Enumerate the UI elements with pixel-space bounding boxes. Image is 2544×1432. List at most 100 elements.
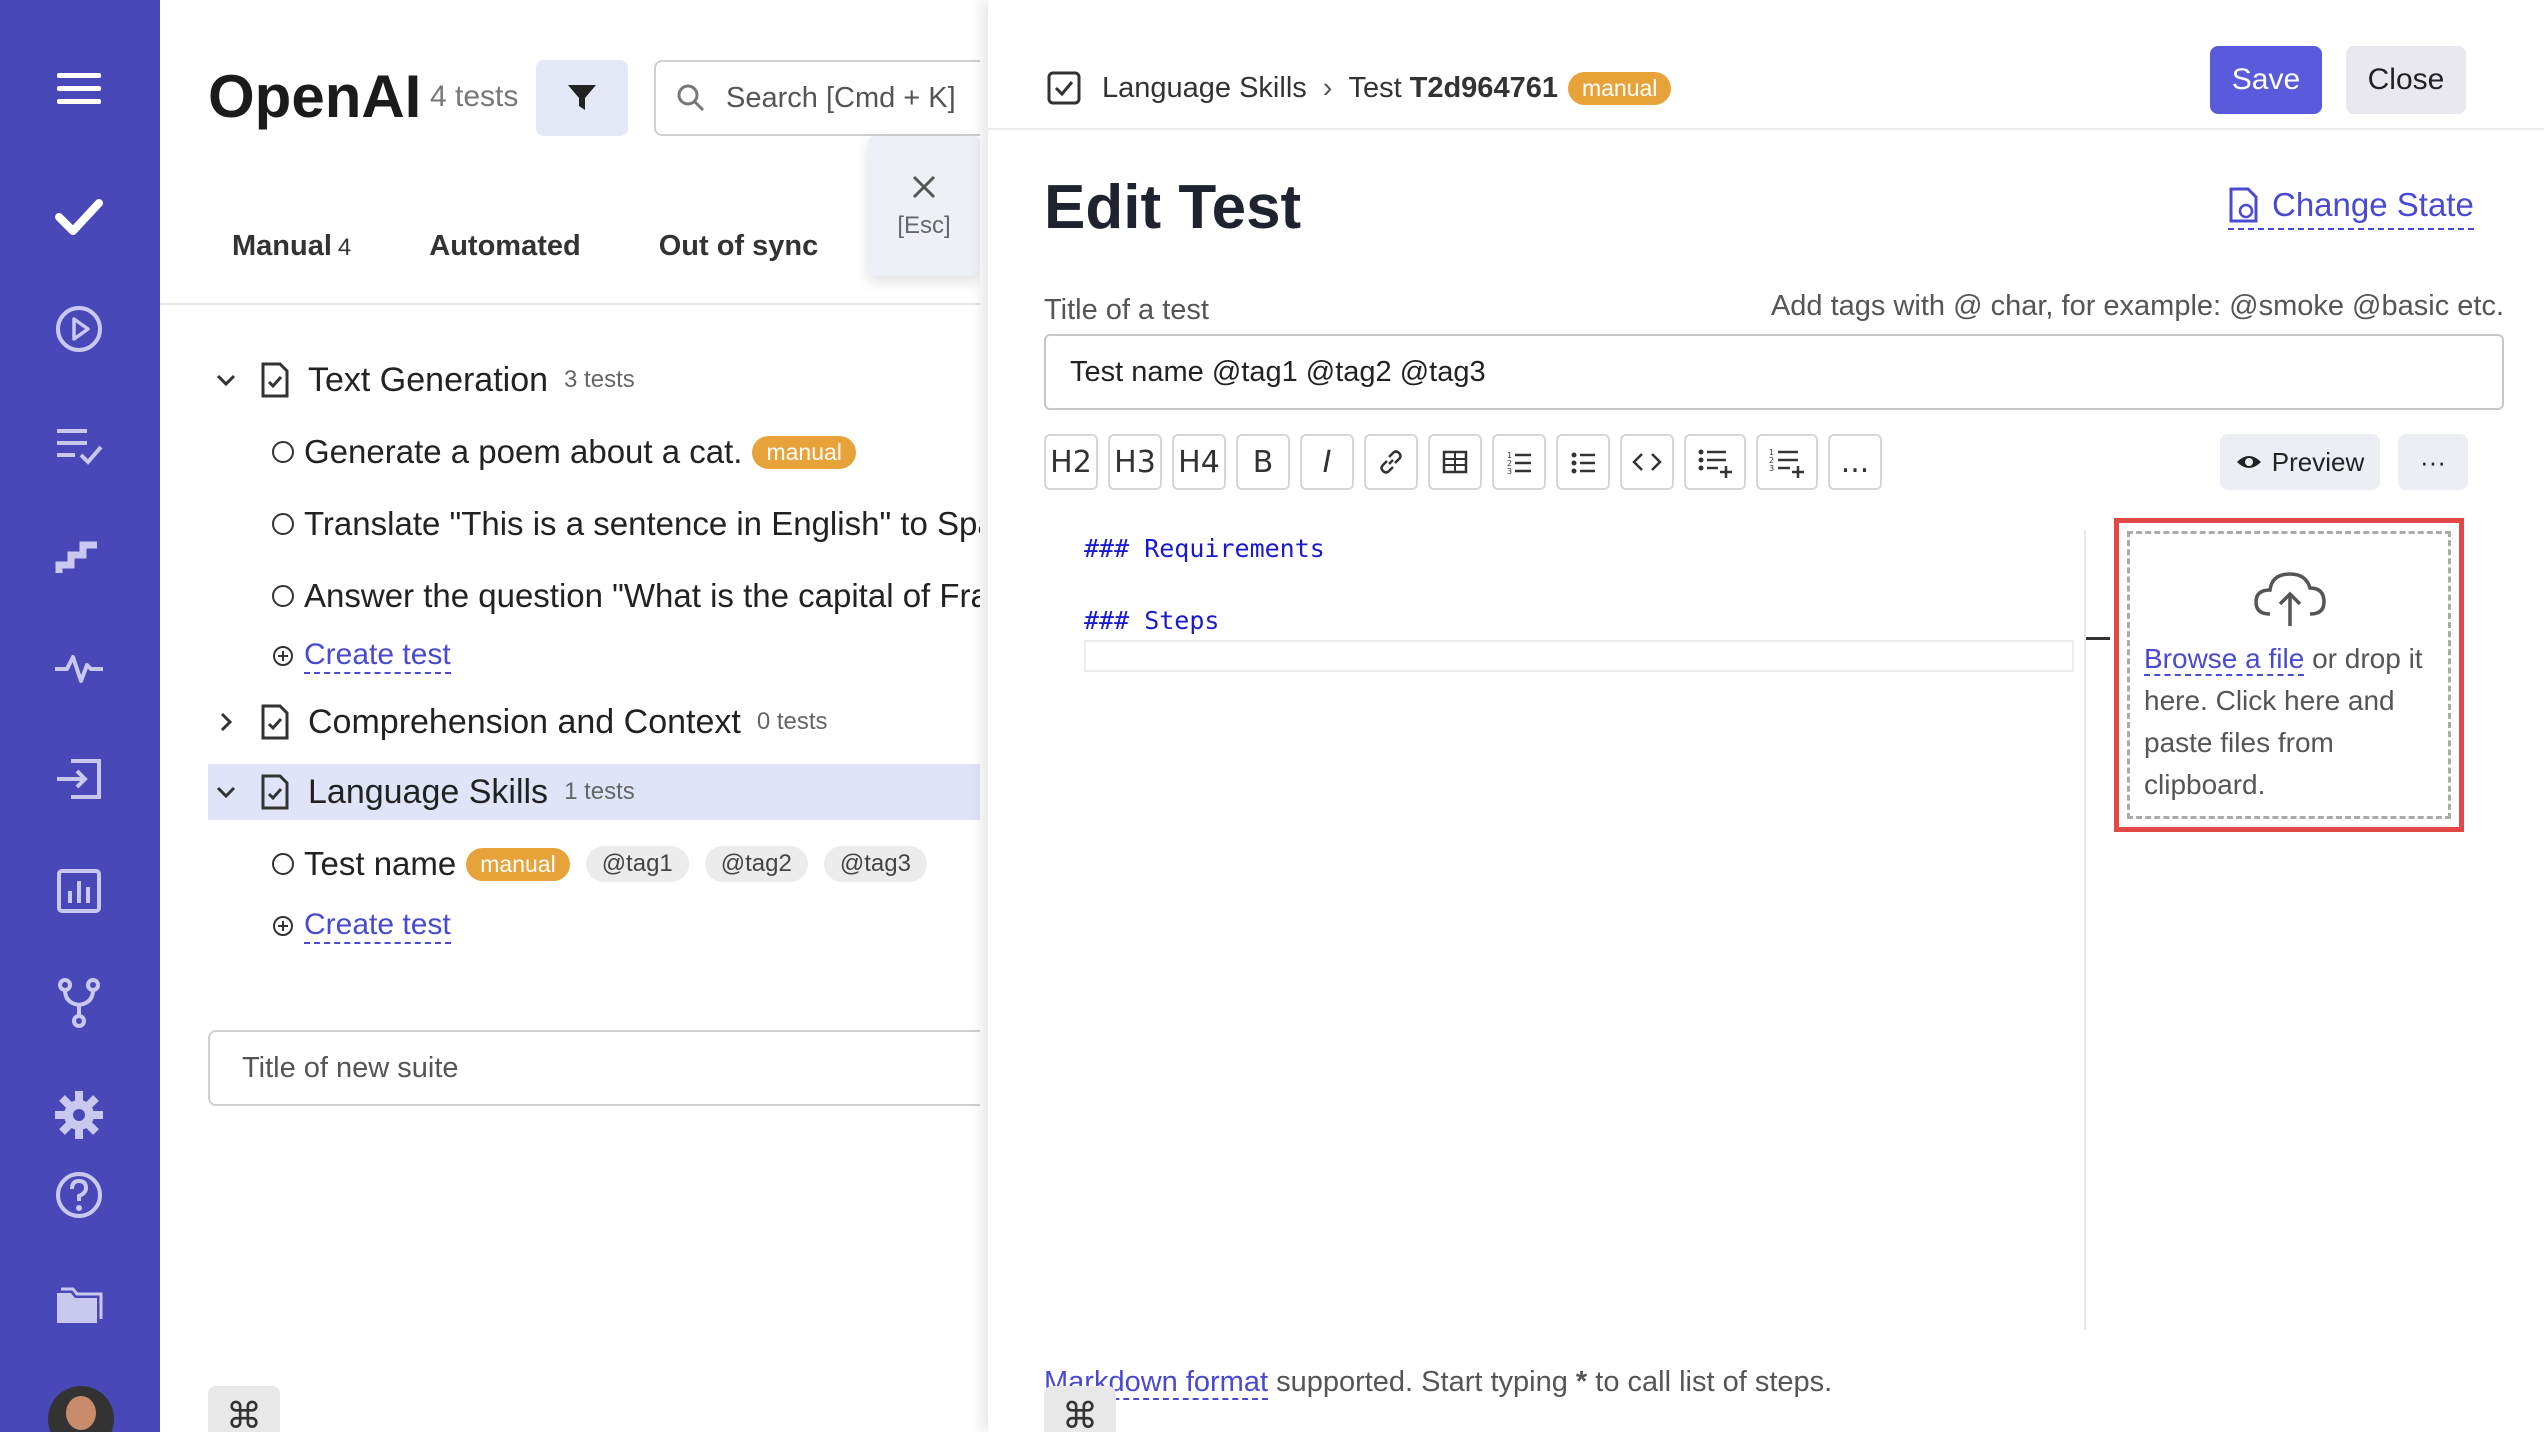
- check-icon[interactable]: [48, 186, 110, 248]
- suite-row-language-skills[interactable]: Language Skills 1 tests: [208, 764, 980, 820]
- bullet-list-button[interactable]: [1556, 434, 1610, 490]
- title-label: Title of a test: [1044, 294, 1209, 326]
- suite-doc-icon: [256, 703, 294, 741]
- suite-count: 0 tests: [756, 708, 828, 735]
- ordered-list-button[interactable]: 123: [1492, 434, 1546, 490]
- eye-icon: [2236, 456, 2261, 468]
- manual-badge: manual: [1567, 71, 1672, 105]
- chevron-right-icon[interactable]: [208, 704, 244, 740]
- pulse-icon[interactable]: [48, 636, 110, 698]
- tab-manual[interactable]: Manual 4: [232, 230, 351, 263]
- suite-count: 1 tests: [564, 778, 635, 805]
- more-options-button[interactable]: ···: [2398, 434, 2468, 490]
- h2-button[interactable]: H2: [1044, 434, 1098, 490]
- breadcrumb-test-prefix: Test: [1348, 71, 1402, 104]
- help-icon[interactable]: [48, 1164, 110, 1226]
- tag-chip[interactable]: @tag1: [585, 846, 689, 882]
- save-button[interactable]: Save: [2210, 46, 2322, 114]
- breadcrumb-test-id: T2d964761: [1409, 71, 1558, 104]
- suite-name: Text Generation: [308, 360, 549, 399]
- test-name: Answer the question "What is the capital…: [304, 577, 980, 614]
- editor-line: ### Steps: [1084, 606, 1220, 635]
- branch-icon[interactable]: [48, 972, 110, 1034]
- test-type-tabs: Manual 4 Automated Out of sync: [232, 230, 818, 263]
- bold-button[interactable]: B: [1236, 434, 1290, 490]
- svg-text:3: 3: [1507, 467, 1512, 476]
- code-icon: [1632, 453, 1662, 471]
- project-test-count: 4 tests: [430, 80, 519, 113]
- chevron-down-icon[interactable]: [208, 362, 244, 398]
- create-test-link[interactable]: Create test: [272, 904, 451, 948]
- play-icon[interactable]: [48, 298, 110, 360]
- editor-divider-tick: [2086, 637, 2110, 640]
- add-step-button[interactable]: [1684, 434, 1746, 490]
- svg-text:3: 3: [1769, 464, 1774, 473]
- preview-button[interactable]: Preview: [2220, 434, 2380, 490]
- close-panel-button[interactable]: [Esc]: [868, 136, 980, 276]
- file-sync-icon: [2229, 187, 2258, 223]
- test-status-icon: [272, 441, 294, 463]
- tab-automated[interactable]: Automated: [429, 230, 580, 263]
- command-palette-button[interactable]: ⌘: [1044, 1386, 1116, 1432]
- test-list-panel: OpenAI 4 tests Search [Cmd + K] [Esc] Ma…: [160, 0, 980, 1432]
- editor-toolbar: H2 H3 H4 B I 123 123 ...: [1044, 434, 1882, 490]
- suite-doc-icon: [256, 361, 294, 399]
- tab-out-of-sync[interactable]: Out of sync: [659, 230, 819, 263]
- change-state-link[interactable]: Change State: [2228, 186, 2474, 230]
- test-row[interactable]: Test name manual @tag1 @tag2 @tag3: [272, 838, 927, 890]
- link-button[interactable]: [1364, 434, 1418, 490]
- test-name: Translate "This is a sentence in English…: [304, 505, 980, 542]
- panel-header: Language Skills › Test T2d964761 manual …: [988, 0, 2544, 130]
- filter-button[interactable]: [536, 60, 628, 136]
- add-ordered-step-button[interactable]: 123: [1756, 434, 1818, 490]
- table-button[interactable]: [1428, 434, 1482, 490]
- h4-button[interactable]: H4: [1172, 434, 1226, 490]
- more-formatting-button[interactable]: ...: [1828, 434, 1882, 490]
- avatar[interactable]: [48, 1386, 114, 1432]
- markdown-editor[interactable]: ### Requirements ### Steps: [1044, 520, 2074, 1330]
- test-status-icon: [272, 853, 294, 875]
- checkbox-icon: [1047, 71, 1081, 105]
- italic-button[interactable]: I: [1300, 434, 1354, 490]
- code-button[interactable]: [1620, 434, 1674, 490]
- cloud-upload-icon: [2254, 572, 2326, 626]
- test-row[interactable]: Generate a poem about a cat. manual: [272, 426, 856, 478]
- editor-active-line[interactable]: [1084, 640, 2074, 672]
- breadcrumb-suite[interactable]: Language Skills: [1102, 72, 1307, 105]
- folder-icon[interactable]: [48, 1276, 110, 1338]
- page-title: Edit Test: [1044, 173, 1302, 242]
- add-step-icon: [1698, 449, 1732, 478]
- h3-button[interactable]: H3: [1108, 434, 1162, 490]
- tabs-divider: [160, 303, 980, 305]
- import-icon[interactable]: [48, 748, 110, 810]
- gear-icon[interactable]: [48, 1084, 110, 1146]
- chart-icon[interactable]: [48, 860, 110, 922]
- close-button[interactable]: Close: [2346, 46, 2466, 114]
- drop-instructions: Browse a file or drop it here. Click her…: [2144, 638, 2444, 806]
- suite-row-comprehension[interactable]: Comprehension and Context 0 tests: [208, 694, 980, 750]
- new-suite-input[interactable]: Title of new suite: [208, 1030, 980, 1106]
- tag-chip[interactable]: @tag3: [823, 846, 927, 882]
- browse-file-link[interactable]: Browse a file: [2144, 643, 2305, 676]
- filter-icon: [568, 85, 596, 110]
- create-test-link[interactable]: Create test: [272, 634, 451, 678]
- close-icon: [912, 175, 936, 199]
- search-icon: [677, 84, 705, 112]
- search-input[interactable]: Search [Cmd + K]: [654, 60, 980, 136]
- menu-icon[interactable]: [48, 58, 110, 120]
- file-drop-zone[interactable]: Browse a file or drop it here. Click her…: [2114, 518, 2464, 832]
- test-row[interactable]: Translate "This is a sentence in English…: [272, 498, 980, 550]
- chevron-down-icon[interactable]: [208, 774, 244, 810]
- steps-icon[interactable]: [48, 524, 110, 586]
- test-status-icon: [272, 585, 294, 607]
- test-title-input[interactable]: Test name @tag1 @tag2 @tag3: [1044, 334, 2504, 410]
- command-palette-button[interactable]: ⌘: [208, 1386, 280, 1432]
- suite-count: 3 tests: [564, 366, 635, 393]
- list-check-icon[interactable]: [48, 412, 110, 474]
- edit-test-panel: Language Skills › Test T2d964761 manual …: [988, 0, 2544, 1432]
- test-row[interactable]: Answer the question "What is the capital…: [272, 570, 980, 622]
- suite-name: Language Skills: [308, 772, 549, 811]
- tag-chip[interactable]: @tag2: [704, 846, 808, 882]
- file-drop-area[interactable]: Browse a file or drop it here. Click her…: [2127, 531, 2451, 819]
- suite-row-text-generation[interactable]: Text Generation 3 tests: [208, 352, 980, 408]
